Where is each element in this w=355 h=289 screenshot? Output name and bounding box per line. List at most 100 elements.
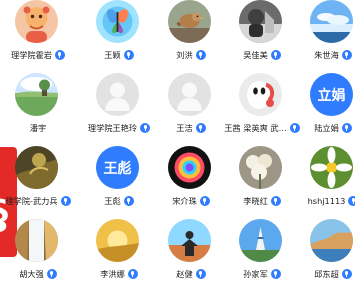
mic-icon	[199, 196, 210, 206]
dark-portrait-avatar-icon	[239, 0, 282, 43]
contact-label-row: 理学院霍岩	[2, 48, 74, 62]
mic-icon	[341, 123, 352, 133]
contact-name: 吴佳美	[243, 49, 268, 60]
contact-tile[interactable]: 宋介珠	[155, 146, 227, 212]
contact-tile[interactable]: 理学院王艳玲	[83, 73, 155, 139]
contact-tile[interactable]: 李晓红	[226, 146, 298, 212]
contact-name: 理学院-武力兵	[5, 195, 58, 206]
silhouette-avatar-icon	[168, 219, 211, 262]
contact-label-row: 王洁	[155, 121, 227, 135]
mic-icon	[195, 50, 206, 60]
contact-label-row: 潘宇	[2, 121, 74, 135]
contact-label-row: 王彪	[83, 194, 155, 208]
contact-tile[interactable]: 理学院-武力兵	[2, 146, 74, 212]
contact-name: 王颖	[104, 49, 121, 60]
mic-icon	[60, 196, 71, 206]
contact-label-row: 宋介珠	[155, 194, 227, 208]
text-avatar-icon: 王彪	[96, 146, 139, 189]
contact-label-row: 朱世海	[297, 48, 355, 62]
mic-icon	[195, 269, 206, 279]
contact-tile[interactable]: 邱东超	[297, 219, 355, 285]
contact-tile[interactable]: 赵健	[155, 219, 227, 285]
contact-tile[interactable]: 立娟 陆立娟	[297, 73, 355, 139]
contact-name: 李晓红	[243, 195, 268, 206]
contact-label-row: hshj1113	[297, 194, 355, 208]
mic-icon	[348, 196, 355, 206]
robot-avatar-icon	[239, 73, 282, 116]
nature-avatar-icon	[15, 146, 58, 189]
mic-icon	[123, 50, 134, 60]
contact-label-row: 王茜 梁英爽 武…	[224, 121, 300, 135]
contact-name: 王茜 梁英爽 武…	[224, 122, 287, 133]
text-avatar-icon: 立娟	[310, 73, 353, 116]
contact-label-row: 胡大强	[2, 267, 74, 281]
contact-name: 赵健	[176, 268, 193, 279]
contact-name: hshj1113	[307, 195, 346, 206]
contact-name: 理学院王艳玲	[87, 122, 138, 133]
daisy-avatar-icon	[310, 146, 353, 189]
contact-name: 陆立娟	[314, 122, 339, 133]
contact-name: 邱东超	[314, 268, 339, 279]
mic-icon	[123, 196, 134, 206]
contact-tile[interactable]: 王彪 王彪	[83, 146, 155, 212]
contact-tile[interactable]: hshj1113	[297, 146, 355, 212]
mic-icon	[195, 123, 206, 133]
mic-icon	[140, 123, 151, 133]
contact-name: 刘洪	[176, 49, 193, 60]
contact-label-row: 刘洪	[155, 48, 227, 62]
contact-tile[interactable]: 潘宇	[2, 73, 74, 139]
contact-tile[interactable]: 王茜 梁英爽 武…	[224, 73, 300, 139]
contact-tile[interactable]: 王洁	[155, 73, 227, 139]
avatar-text: 王彪	[103, 160, 132, 177]
cartoon-avatar-icon	[15, 0, 58, 43]
contact-label-row: 王颖	[83, 48, 155, 62]
butterfly-avatar-icon	[96, 0, 139, 43]
contact-tile[interactable]: 王颖	[83, 0, 155, 66]
mic-icon	[46, 269, 57, 279]
default-user-avatar-icon	[168, 73, 211, 116]
contact-label-row: 李洪娜	[83, 267, 155, 281]
contact-label-row: 孙家军	[226, 267, 298, 281]
flower-avatar-icon	[239, 146, 282, 189]
contact-label-row: 邱东超	[297, 267, 355, 281]
default-user-avatar-icon	[96, 73, 139, 116]
golden-avatar-icon	[96, 219, 139, 262]
mic-icon	[341, 50, 352, 60]
contact-tile[interactable]: 李洪娜	[83, 219, 155, 285]
rose-avatar-icon	[168, 146, 211, 189]
contact-label-row: 陆立娟	[297, 121, 355, 135]
contact-tile[interactable]: 朱世海	[297, 0, 355, 66]
avatar-text: 立娟	[317, 87, 346, 104]
mic-icon	[270, 196, 281, 206]
mic-icon	[270, 269, 281, 279]
contact-name: 朱世海	[314, 49, 339, 60]
contact-tile[interactable]: 刘洪	[155, 0, 227, 66]
contact-tile[interactable]: 理学院霍岩	[2, 0, 74, 66]
waterfall-avatar-icon	[15, 219, 58, 262]
contact-name: 王彪	[104, 195, 121, 206]
contact-name: 胡大强	[19, 268, 44, 279]
bird-avatar-icon	[168, 0, 211, 43]
tower-avatar-icon	[239, 219, 282, 262]
contact-tile[interactable]: 胡大强	[2, 219, 74, 285]
landscape-avatar-icon	[310, 219, 353, 262]
mic-icon	[127, 269, 138, 279]
mic-icon	[54, 50, 65, 60]
contact-name: 宋介珠	[172, 195, 197, 206]
contact-name: 王洁	[176, 122, 193, 133]
sky-avatar-icon	[310, 0, 353, 43]
contact-name: 潘宇	[29, 122, 47, 133]
contact-label-row: 李晓红	[226, 194, 298, 208]
contact-label-row: 理学院-武力兵	[2, 194, 74, 208]
mic-icon	[341, 269, 352, 279]
mic-icon	[270, 50, 281, 60]
contact-tile[interactable]: 孙家军	[226, 219, 298, 285]
contact-label-row: 赵健	[155, 267, 227, 281]
contact-name: 李洪娜	[100, 268, 125, 279]
contact-name: 理学院霍岩	[11, 49, 52, 60]
field-avatar-icon	[15, 73, 58, 116]
contact-label-row: 吴佳美	[226, 48, 298, 62]
contact-name: 孙家军	[243, 268, 268, 279]
contact-tile[interactable]: 吴佳美	[226, 0, 298, 66]
contact-label-row: 理学院王艳玲	[83, 121, 155, 135]
